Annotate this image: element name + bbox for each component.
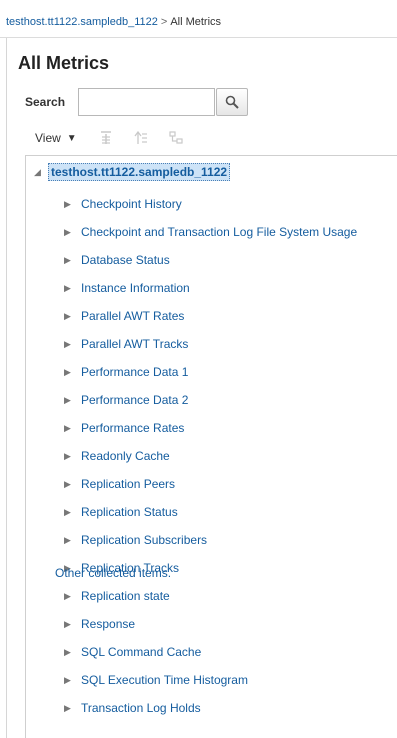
search-label: Search xyxy=(25,95,66,109)
tree-item[interactable]: ▶ SQL Execution Time Histogram xyxy=(64,666,357,694)
search-button[interactable] xyxy=(216,88,248,116)
tree-item-label[interactable]: Replication Peers xyxy=(81,477,175,491)
collapsed-triangle-icon[interactable]: ▶ xyxy=(64,675,81,686)
tree-item[interactable]: ▶ SQL Command Cache xyxy=(64,638,357,666)
other-collected-items-link[interactable]: Other collected items. xyxy=(55,566,171,580)
breadcrumb-link-target[interactable]: testhost.tt1122.sampledb_1122 xyxy=(6,16,158,28)
tree-item[interactable]: ▶ Transaction Log Holds xyxy=(64,694,357,722)
tree-item-label[interactable]: Replication Status xyxy=(81,505,178,519)
tree-item[interactable]: ▶ Instance Information xyxy=(64,274,357,302)
tree-item-label[interactable]: Parallel AWT Rates xyxy=(81,309,184,323)
breadcrumb-current: All Metrics xyxy=(170,16,222,28)
tree-item-label[interactable]: Instance Information xyxy=(81,281,190,295)
tree-item[interactable]: ▶ Readonly Cache xyxy=(64,442,357,470)
view-menu-button[interactable]: View ▼ xyxy=(35,131,77,145)
tree-item[interactable]: ▶ Parallel AWT Tracks xyxy=(64,330,357,358)
breadcrumb-separator: > xyxy=(160,16,168,28)
caret-down-icon: ▼ xyxy=(66,132,77,144)
expanded-triangle-icon[interactable]: ◢ xyxy=(34,167,48,178)
collapsed-triangle-icon[interactable]: ▶ xyxy=(64,367,81,378)
breadcrumb: testhost.tt1122.sampledb_1122 > All Metric… xyxy=(0,0,397,38)
collapsed-triangle-icon[interactable]: ▶ xyxy=(64,339,81,350)
search-input[interactable] xyxy=(78,88,215,116)
tree-item-label[interactable]: SQL Command Cache xyxy=(81,645,201,659)
page-title: All Metrics xyxy=(18,53,110,73)
collapsed-triangle-icon[interactable]: ▶ xyxy=(64,479,81,490)
tree-item[interactable]: ▶ Performance Rates xyxy=(64,414,357,442)
tree-item[interactable]: ▶ Replication Subscribers xyxy=(64,526,357,554)
collapsed-triangle-icon[interactable]: ▶ xyxy=(64,255,81,266)
tree-item[interactable]: ▶ Database Status xyxy=(64,246,357,274)
collapsed-triangle-icon[interactable]: ▶ xyxy=(64,283,81,294)
tree-item[interactable]: ▶ Replication state xyxy=(64,582,357,610)
tree-item[interactable]: ▶ Replication Status xyxy=(64,498,357,526)
tree-item-label[interactable]: Checkpoint History xyxy=(81,197,182,211)
tree-item-label[interactable]: Checkpoint and Transaction Log File Syst… xyxy=(81,225,357,239)
tree-item[interactable]: ▶ Performance Data 1 xyxy=(64,358,357,386)
search-icon xyxy=(225,95,239,109)
tree-item[interactable]: ▶ Checkpoint and Transaction Log File Sys… xyxy=(64,218,357,246)
tree-item[interactable]: ▶ Performance Data 2 xyxy=(64,386,357,414)
tree-item[interactable]: ▶ Response xyxy=(64,610,357,638)
expand-all-icon[interactable] xyxy=(97,130,115,146)
tree-children: ▶ Checkpoint History ▶ Checkpoint and Trans… xyxy=(64,190,357,722)
collapsed-triangle-icon[interactable]: ▶ xyxy=(64,619,81,630)
tree-item-label[interactable]: Transaction Log Holds xyxy=(81,701,201,715)
tree-item-label[interactable]: Performance Rates xyxy=(81,421,184,435)
collapsed-triangle-icon[interactable]: ▶ xyxy=(64,647,81,658)
scope-icon[interactable] xyxy=(167,130,185,146)
collapsed-triangle-icon[interactable]: ▶ xyxy=(64,311,81,322)
collapse-all-icon[interactable] xyxy=(132,130,150,146)
collapsed-triangle-icon[interactable]: ▶ xyxy=(64,535,81,546)
tree-item-label[interactable]: SQL Execution Time Histogram xyxy=(81,673,248,687)
tree-item-label[interactable]: Performance Data 2 xyxy=(81,393,188,407)
collapsed-triangle-icon[interactable]: ▶ xyxy=(64,451,81,462)
tree-item-label[interactable]: Readonly Cache xyxy=(81,449,170,463)
tree-item-label[interactable]: Database Status xyxy=(81,253,170,267)
tree-item-label[interactable]: Performance Data 1 xyxy=(81,365,188,379)
tree-item[interactable]: ▶ Parallel AWT Rates xyxy=(64,302,357,330)
metrics-tree: ◢ testhost.tt1122.sampledb_1122 ▶ Checkpo… xyxy=(25,155,397,738)
collapsed-triangle-icon[interactable]: ▶ xyxy=(64,199,81,210)
tree-root-node[interactable]: ◢ testhost.tt1122.sampledb_1122 xyxy=(34,163,231,181)
tree-item[interactable]: ▶ Checkpoint History xyxy=(64,190,357,218)
tree-item-label[interactable]: Replication Subscribers xyxy=(81,533,207,547)
tree-item-label[interactable]: Replication state xyxy=(81,589,170,603)
tree-item-label[interactable]: Response xyxy=(81,617,135,631)
tree-root-label[interactable]: testhost.tt1122.sampledb_1122 xyxy=(48,163,231,181)
toolbar: View ▼ xyxy=(35,124,185,152)
collapsed-triangle-icon[interactable]: ▶ xyxy=(64,423,81,434)
collapsed-triangle-icon[interactable]: ▶ xyxy=(64,591,81,602)
tree-item-label[interactable]: Parallel AWT Tracks xyxy=(81,337,188,351)
collapsed-triangle-icon[interactable]: ▶ xyxy=(64,507,81,518)
view-menu-label: View xyxy=(35,131,61,145)
collapsed-triangle-icon[interactable]: ▶ xyxy=(64,703,81,714)
collapsed-triangle-icon[interactable]: ▶ xyxy=(64,227,81,238)
tree-item[interactable]: ▶ Replication Peers xyxy=(64,470,357,498)
collapsed-triangle-icon[interactable]: ▶ xyxy=(64,395,81,406)
